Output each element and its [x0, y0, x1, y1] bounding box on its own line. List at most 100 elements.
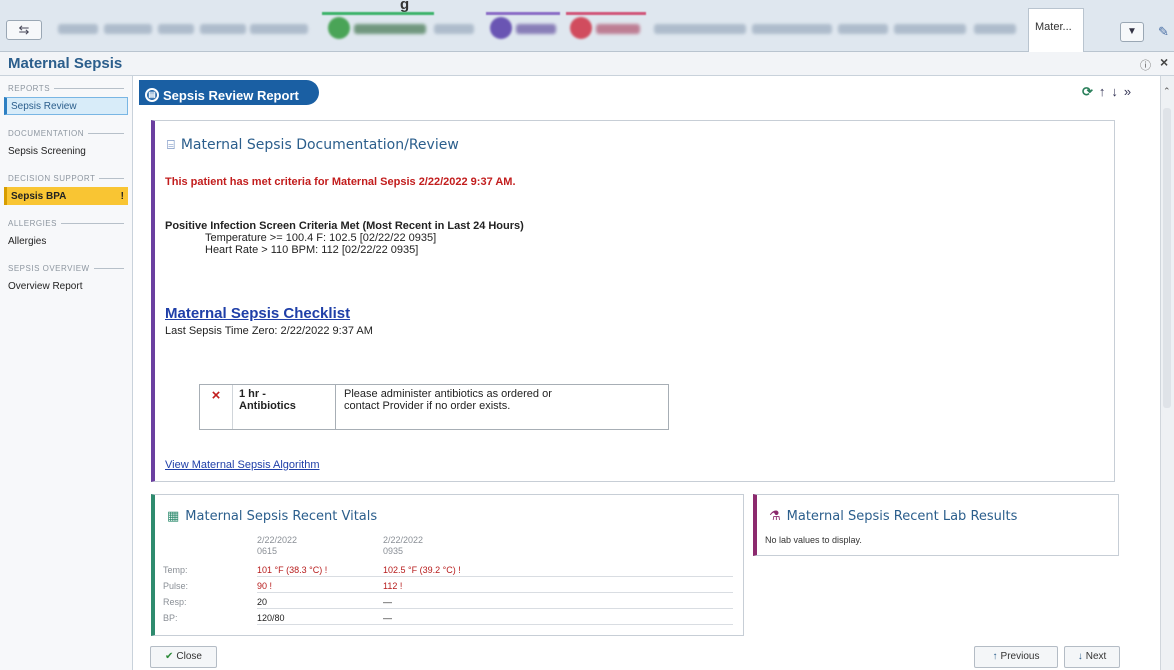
task-instruction-line: contact Provider if no order exists. — [344, 400, 511, 412]
column-date: 2/22/2022 — [257, 535, 298, 545]
nav-section-header: Reports — [8, 84, 124, 93]
vital-value: 90 ! — [257, 581, 273, 591]
blurred-tab[interactable] — [104, 24, 152, 34]
labs-title-text: Maternal Sepsis Recent Lab Results — [786, 509, 1018, 524]
infection-criteria: Positive Infection Screen Criteria Met (… — [165, 220, 524, 256]
nav-item-allergies[interactable]: Allergies — [4, 232, 128, 250]
column-time: 0935 — [383, 546, 404, 556]
blurred-tab[interactable] — [654, 24, 746, 34]
vital-label: BP: — [163, 613, 178, 623]
close-button[interactable]: ✔ Close — [150, 646, 217, 668]
checklist-task-row: × 1 hr - Antibiotics Please administer a… — [199, 384, 669, 430]
checklist-link[interactable]: Maternal Sepsis Checklist — [165, 305, 350, 322]
vitals-row-temp: Temp: 101 °F (38.3 °C) ! 102.5 °F (39.2 … — [163, 565, 733, 577]
blurred-tab[interactable] — [974, 24, 1016, 34]
collapse-icon[interactable]: » — [1124, 84, 1137, 99]
clipboard-icon: ⌸ — [167, 138, 175, 153]
pin-icon[interactable]: ✎ — [1158, 24, 1169, 40]
back-forward-button[interactable]: ⇆ — [6, 20, 42, 40]
blurred-tab[interactable] — [434, 24, 474, 34]
nav-item-label: Sepsis BPA — [11, 191, 67, 202]
labs-panel: ⚗ Maternal Sepsis Recent Lab Results No l… — [753, 494, 1119, 556]
vitals-table-icon: ▦ — [167, 509, 180, 524]
vital-value: 112 ! — [383, 581, 403, 591]
labs-title: ⚗ Maternal Sepsis Recent Lab Results — [769, 509, 1017, 524]
report-icon: ▤ — [145, 88, 159, 102]
vital-value: 120/80 — [257, 613, 285, 623]
blurred-tab[interactable] — [516, 24, 556, 34]
blurred-tab[interactable] — [200, 24, 246, 34]
close-window-icon[interactable]: × — [1160, 54, 1168, 70]
previous-button[interactable]: ↑ Previous — [974, 646, 1058, 668]
vital-label: Resp: — [163, 597, 187, 607]
refresh-icon[interactable]: ⟳ — [1082, 84, 1099, 99]
blurred-tab[interactable] — [158, 24, 194, 34]
row-divider — [257, 624, 733, 625]
vital-value: — — [383, 613, 392, 623]
next-button[interactable]: ↓ Next — [1064, 646, 1120, 668]
vitals-column-header: 2/22/2022 0935 — [383, 535, 423, 557]
tab-maternal[interactable]: Mater... — [1028, 8, 1084, 52]
tab-highlight — [322, 12, 434, 15]
vital-value: 102.5 °F (39.2 °C) ! — [383, 565, 461, 575]
task-name-line: Antibiotics — [239, 400, 296, 412]
column-time: 0615 — [257, 546, 278, 556]
blurred-tab[interactable] — [596, 24, 640, 34]
documentation-panel: ⌸ Maternal Sepsis Documentation/Review Th… — [151, 120, 1115, 482]
top-tab-bar: g ⇆ Mater... ▼ ✎ — [0, 0, 1174, 52]
tab-highlight — [566, 12, 646, 15]
blurred-tab[interactable] — [250, 24, 308, 34]
task-instruction: Please administer antibiotics as ordered… — [336, 385, 668, 429]
orders-icon — [570, 17, 592, 39]
blurred-tab[interactable] — [354, 24, 426, 34]
blurred-tab[interactable] — [838, 24, 888, 34]
scroll-up-icon[interactable]: ⌃ — [1163, 86, 1171, 97]
incomplete-x-icon: × — [200, 385, 233, 429]
column-date: 2/22/2022 — [383, 535, 424, 545]
arrow-down-icon[interactable]: ↓ — [1111, 84, 1124, 99]
scrollbar-thumb[interactable] — [1163, 108, 1171, 408]
task-instruction-line: Please administer antibiotics as ordered… — [344, 388, 552, 400]
documentation-title-text: Maternal Sepsis Documentation/Review — [180, 137, 459, 153]
vitals-column-header: 2/22/2022 0615 — [257, 535, 297, 557]
sepsis-alert-text: This patient has met criteria for Matern… — [165, 176, 516, 188]
criteria-item: Temperature >= 100.4 F: 102.5 [02/22/22 … — [205, 232, 437, 244]
nav-item-overview-report[interactable]: Overview Report — [4, 277, 128, 295]
vital-value: — — [383, 597, 392, 607]
checkmark-icon: ✔ — [165, 651, 174, 662]
arrow-up-icon[interactable]: ↑ — [1099, 84, 1112, 99]
row-divider — [257, 592, 733, 593]
blurred-tab[interactable] — [752, 24, 832, 34]
time-zero-text: Last Sepsis Time Zero: 2/22/2022 9:37 AM — [165, 325, 373, 337]
report-action-toolbar: ⟳↑↓» — [1082, 84, 1137, 100]
nav-section-header: Sepsis Overview — [8, 264, 124, 273]
help-icon[interactable]: ⓘ — [1140, 57, 1151, 73]
nav-section-header: Decision Support — [8, 174, 124, 183]
task-name: 1 hr - Antibiotics — [233, 385, 336, 429]
vital-value: 20 — [257, 597, 268, 607]
blurred-tab[interactable] — [894, 24, 966, 34]
tab-highlight — [486, 12, 560, 15]
blurred-tab[interactable] — [58, 24, 98, 34]
nav-item-sepsis-review[interactable]: Sepsis Review — [4, 97, 128, 115]
criteria-heading: Positive Infection Screen Criteria Met (… — [165, 220, 524, 232]
nav-section-header: Allergies — [8, 219, 124, 228]
page-title: Maternal Sepsis — [8, 55, 123, 72]
row-divider — [257, 576, 733, 577]
nav-item-sepsis-screening[interactable]: Sepsis Screening — [4, 142, 128, 160]
vitals-title-text: Maternal Sepsis Recent Vitals — [185, 509, 378, 524]
criteria-item: Heart Rate > 110 BPM: 112 [02/22/22 0935… — [205, 244, 419, 256]
warning-badge: ! — [120, 191, 124, 202]
vital-label: Pulse: — [163, 581, 189, 591]
documentation-title: ⌸ Maternal Sepsis Documentation/Review — [167, 137, 459, 153]
algorithm-link[interactable]: View Maternal Sepsis Algorithm — [165, 459, 319, 471]
vital-value: 101 °F (38.3 °C) ! — [257, 565, 328, 575]
tab-dropdown-button[interactable]: ▼ — [1120, 22, 1144, 42]
nav-item-sepsis-bpa[interactable]: Sepsis BPA ! — [4, 187, 128, 205]
next-button-label: Next — [1085, 651, 1107, 662]
task-name-line: 1 hr - — [239, 388, 266, 400]
nav-section-header: Documentation — [8, 129, 124, 138]
notes-icon — [490, 17, 512, 39]
vitals-row-pulse: Pulse: 90 ! 112 ! — [163, 581, 733, 593]
vitals-panel: ▦ Maternal Sepsis Recent Vitals 2/22/2022… — [151, 494, 744, 636]
